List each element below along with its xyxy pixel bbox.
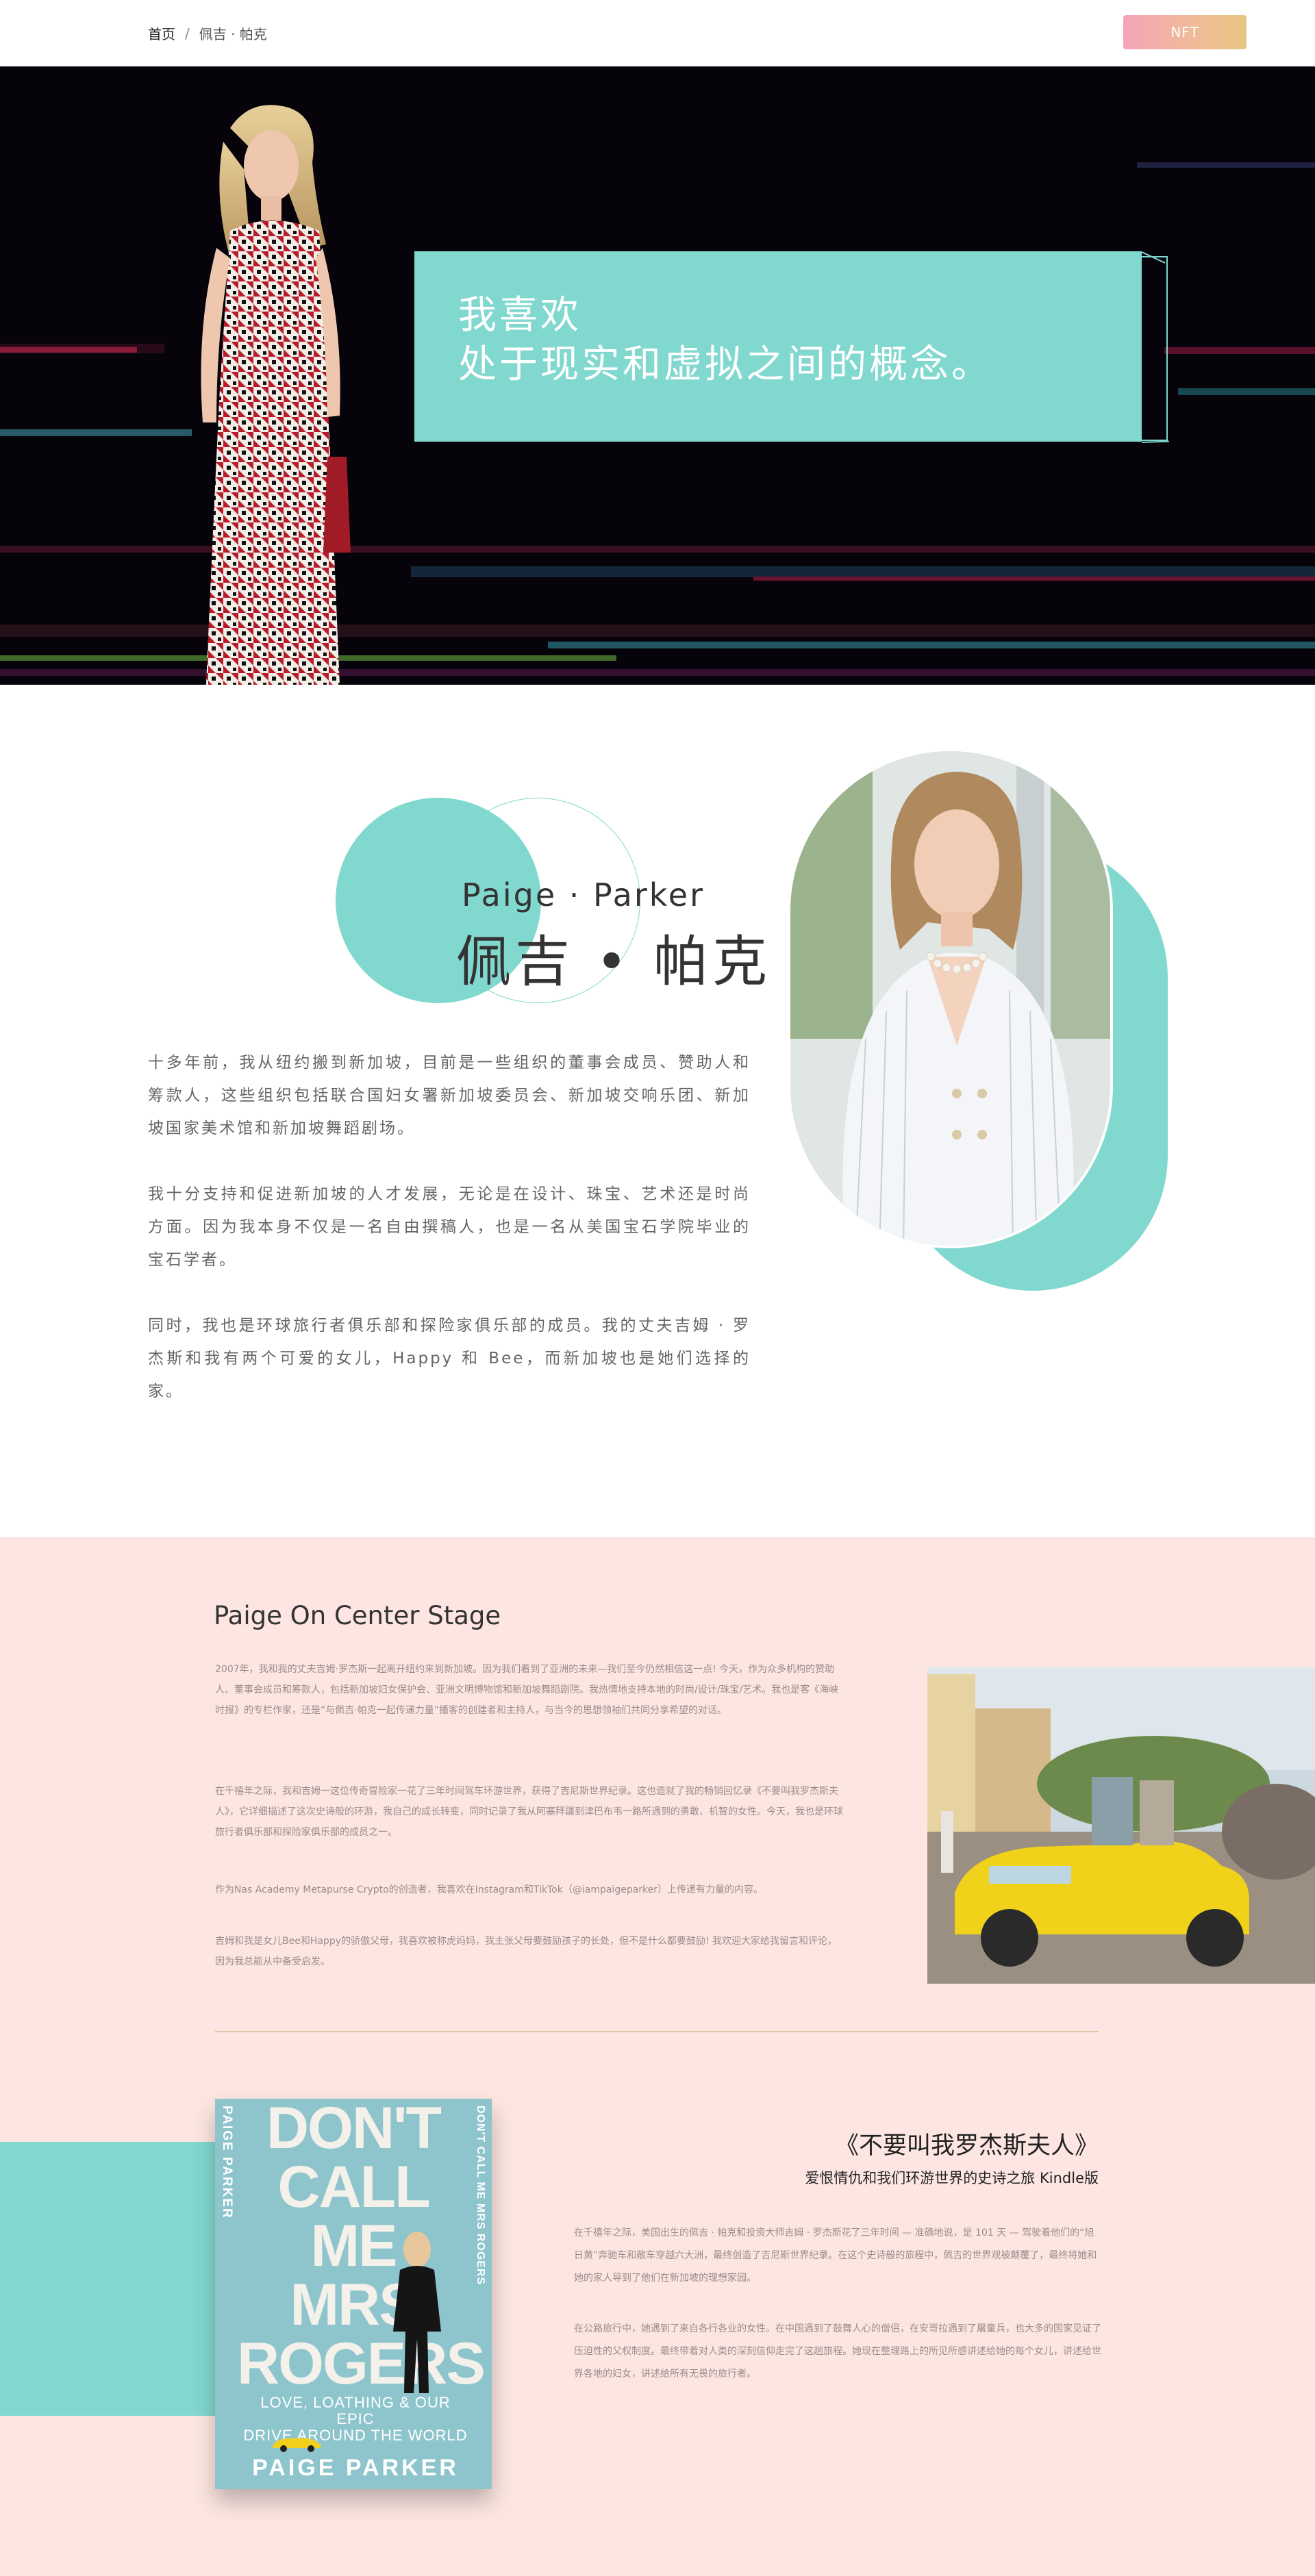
glitch-stripe xyxy=(1137,162,1315,168)
stage-paragraph-4: 吉姆和我是女儿Bee和Happy的骄傲父母，我喜欢被称虎妈妈，我主张父母要鼓励孩… xyxy=(215,1936,838,1967)
glitch-stripe xyxy=(1178,388,1315,395)
section-divider xyxy=(215,2031,1099,2032)
glitch-stripe xyxy=(753,577,1315,581)
car-icon xyxy=(273,2438,321,2452)
book-cover-figure xyxy=(393,2232,441,2393)
top-navigation: 首页 / 佩吉 · 帕克 NFT xyxy=(0,0,1315,66)
glitch-stripe xyxy=(548,642,1315,648)
breadcrumb-separator: / xyxy=(185,25,190,42)
stage-paragraph-2: 在千禧年之际，我和吉姆一这位传奇冒险家一花了三年时间驾车环游世界，获得了吉尼斯世… xyxy=(215,1786,843,1838)
glitch-stripe xyxy=(0,347,137,353)
book-paragraph-2: 在公路旅行中，她遇到了来自各行各业的女性。在中国遇到了鼓舞人心的僧侣，在安哥拉遇… xyxy=(574,2323,1101,2379)
hero-portrait-illustration xyxy=(201,105,351,685)
box-edge-line xyxy=(1142,440,1170,443)
car-photo-illustration xyxy=(927,1667,1315,1984)
yellow-car-photo xyxy=(927,1667,1315,1984)
book-cover-author: PAIGE PARKER xyxy=(252,2455,459,2481)
portrait-illustration xyxy=(790,751,1110,1246)
breadcrumb-home-link[interactable]: 首页 xyxy=(148,23,175,43)
book-title: 《不要叫我罗杰斯夫人》 xyxy=(834,2132,1099,2160)
book-cover-title-line: DON'T xyxy=(266,2099,442,2161)
name-english: Paige · Parker xyxy=(462,876,705,913)
glitch-stripe xyxy=(1164,347,1315,354)
book-subtitle[interactable]: 爱恨情仇和我们环游世界的史诗之旅 Kindle版 xyxy=(719,2167,1099,2188)
hero-quote-line-2: 处于现实和虚拟之间的概念。 xyxy=(458,342,992,387)
breadcrumb-current: 佩吉 · 帕克 xyxy=(199,26,267,42)
book-cover-tagline-line: LOVE, LOATHING & OUR EPIC xyxy=(260,2394,451,2427)
hero-quote-box: 我喜欢 处于现实和虚拟之间的概念。 xyxy=(414,251,1142,442)
center-stage-section: Paige On Center Stage 2007年，我和我的丈夫吉姆·罗杰斯… xyxy=(0,1537,1315,2576)
stage-paragraph-3: 作为Nas Academy Metapurse Crypto的创造者，我喜欢在I… xyxy=(215,1884,764,1895)
breadcrumb: 首页 / 佩吉 · 帕克 xyxy=(148,23,267,43)
glitch-stripe xyxy=(411,566,1315,577)
bio-section: Paige · Parker 佩吉 • 帕克 十多年前，我从纽约搬到新加坡，目前… xyxy=(0,685,1315,1537)
book-paragraph-1: 在千禧年之际，美国出生的佩吉 · 帕克和投资大师吉姆 · 罗杰斯花了三年时间 —… xyxy=(574,2227,1097,2284)
hero-banner: 我喜欢 处于现实和虚拟之间的概念。 xyxy=(0,66,1315,685)
name-chinese: 佩吉 • 帕克 xyxy=(456,930,772,994)
bio-paragraph-2: 我十分支持和促进新加坡的人才发展，无论是在设计、珠宝、艺术还是时尚方面。因为我本… xyxy=(148,1185,751,1269)
bio-paragraph-1: 十多年前，我从纽约搬到新加坡，目前是一些组织的董事会成员、赞助人和筹款人，这些组… xyxy=(148,1054,751,1137)
section-title: Paige On Center Stage xyxy=(214,1601,501,1630)
decorative-mint-block xyxy=(0,2142,226,2416)
portrait-photo xyxy=(788,748,1113,1248)
bio-paragraph-3: 同时，我也是环球旅行者俱乐部和探险家俱乐部的成员。我的丈夫吉姆 · 罗杰斯和我有… xyxy=(148,1317,751,1400)
hero-quote-line-1: 我喜欢 xyxy=(458,293,581,338)
book-spine-left-text: PAIGE PARKER xyxy=(220,2106,234,2219)
stage-paragraph-1: 2007年，我和我的丈夫吉姆·罗杰斯一起离开纽约来到新加坡。因为我们看到了亚洲的… xyxy=(215,1664,839,1716)
nft-button[interactable]: NFT xyxy=(1123,15,1247,49)
book-spine-right-text: DON'T CALL ME MRS ROGERS xyxy=(475,2106,486,2286)
book-cover[interactable]: PAIGE PARKER DON'T CALL ME MRS ROGERS DO… xyxy=(215,2099,492,2489)
